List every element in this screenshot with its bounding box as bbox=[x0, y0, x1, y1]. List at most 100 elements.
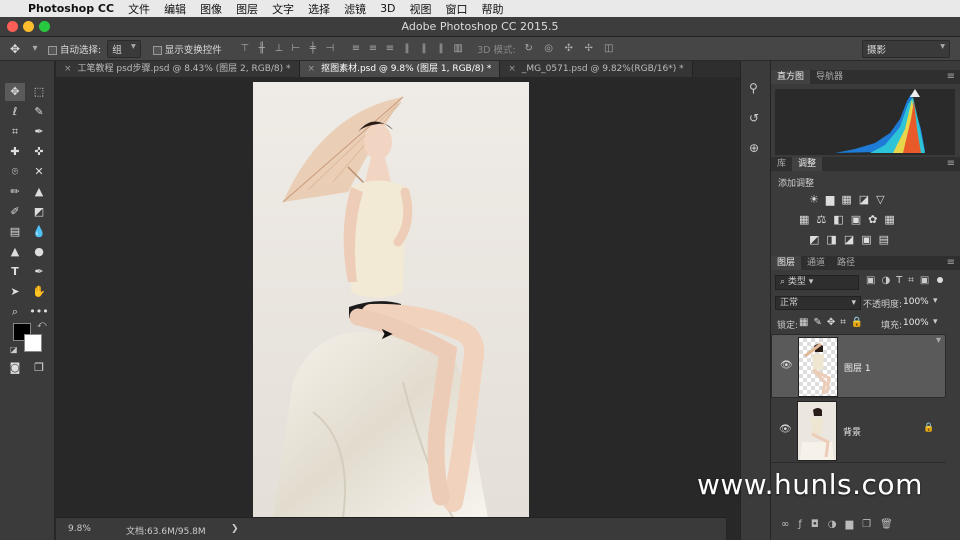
invert-icon[interactable]: ◩ bbox=[809, 233, 819, 246]
selective-color-icon[interactable]: ▣ bbox=[861, 233, 871, 246]
tab-document-1[interactable]: × 工笔教程 psd步骤.psd @ 8.43% (图层 2, RGB/8) * bbox=[56, 61, 300, 77]
close-icon[interactable]: × bbox=[508, 64, 516, 74]
auto-select-checkbox[interactable]: 自动选择: bbox=[48, 42, 101, 56]
chevron-down-icon[interactable]: ▾ bbox=[933, 296, 938, 306]
menu-file[interactable]: 文件 bbox=[128, 1, 150, 17]
menu-select[interactable]: 选择 bbox=[308, 1, 330, 17]
document-image[interactable] bbox=[253, 82, 529, 518]
content-aware-tool-icon[interactable]: ⌾ bbox=[5, 163, 25, 181]
channel-mixer-icon[interactable]: ✿ bbox=[868, 213, 877, 226]
menu-edit[interactable]: 编辑 bbox=[164, 1, 186, 17]
layers-footer-icons[interactable]: ∞ƒ◘◑▆❐🗑 bbox=[781, 519, 902, 530]
visibility-eye-icon[interactable]: 👁 bbox=[779, 424, 792, 435]
menu-image[interactable]: 图像 bbox=[200, 1, 222, 17]
align-right-icon[interactable]: ⊣ bbox=[323, 43, 337, 54]
menu-3d[interactable]: 3D bbox=[380, 2, 395, 15]
gradient-tool-icon[interactable]: ▤ bbox=[5, 223, 25, 241]
align-hcenter-icon[interactable]: ╪ bbox=[306, 43, 320, 54]
lasso-tool-icon[interactable]: ℓ bbox=[5, 103, 25, 121]
quick-select-tool-icon[interactable]: ✎ bbox=[29, 103, 49, 121]
brush-tool-icon[interactable]: ✏ bbox=[5, 183, 25, 201]
layer-name[interactable]: 背景 bbox=[843, 425, 861, 438]
photo-filter-icon[interactable]: ▣ bbox=[851, 213, 861, 226]
tab-paths[interactable]: 路径 bbox=[831, 256, 861, 270]
healing-tool-icon[interactable]: ✚ bbox=[5, 143, 25, 161]
close-window-button[interactable] bbox=[7, 21, 18, 32]
align-top-icon[interactable]: ⊤ bbox=[238, 43, 252, 54]
crop-tool-icon[interactable]: ⌗ bbox=[5, 123, 25, 141]
opacity-value[interactable]: 100% bbox=[903, 297, 929, 307]
app-menu[interactable]: Photoshop CC bbox=[28, 2, 114, 15]
scale-3d-icon[interactable]: ◫ bbox=[602, 43, 616, 54]
stamp-tool-icon[interactable]: ▲ bbox=[29, 183, 49, 201]
move-tool-icon[interactable]: ✥ bbox=[5, 83, 25, 101]
swap-colors-icon[interactable]: ⤺ bbox=[37, 320, 47, 330]
curves-icon[interactable]: ▦ bbox=[841, 193, 851, 206]
layer-row[interactable]: 👁 图层 1 bbox=[771, 334, 946, 398]
panel-menu-icon[interactable]: ≡ bbox=[947, 256, 955, 270]
layer-filter-icons[interactable]: ▣◑T⌗▣ bbox=[866, 275, 935, 286]
hand-tool-icon[interactable]: ✋ bbox=[29, 283, 49, 301]
menu-layer[interactable]: 图层 bbox=[236, 1, 258, 17]
eraser-tool-icon[interactable]: ◩ bbox=[29, 203, 49, 221]
distribute-bottom-icon[interactable]: ≡ bbox=[383, 43, 397, 54]
screen-mode-icon[interactable]: ❐ bbox=[29, 359, 49, 377]
chevron-down-icon[interactable]: ▾ bbox=[28, 43, 42, 54]
default-colors-icon[interactable]: ◪ bbox=[10, 345, 18, 354]
menu-help[interactable]: 帮助 bbox=[482, 1, 504, 17]
vibrance-icon[interactable]: ▽ bbox=[876, 193, 884, 206]
threshold-icon[interactable]: ◪ bbox=[844, 233, 854, 246]
fill-value[interactable]: 100% bbox=[903, 318, 929, 328]
black-white-icon[interactable]: ◧ bbox=[833, 213, 843, 226]
brightness-icon[interactable]: ☀ bbox=[809, 193, 819, 206]
close-icon[interactable]: × bbox=[308, 64, 316, 74]
type-tool-icon[interactable]: T bbox=[5, 263, 25, 281]
rotate-3d-icon[interactable]: ↻ bbox=[522, 43, 536, 54]
blend-mode-dropdown[interactable]: 正常 ▾ bbox=[775, 296, 861, 310]
distribute-right-icon[interactable]: ‖ bbox=[434, 43, 448, 54]
tab-library[interactable]: 库 bbox=[771, 157, 792, 171]
align-vcenter-icon[interactable]: ╫ bbox=[255, 43, 269, 54]
layer-name[interactable]: 图层 1 bbox=[844, 361, 871, 374]
more-tools-icon[interactable]: ••• bbox=[29, 303, 49, 321]
dodge-tool-icon[interactable]: ▲ bbox=[5, 243, 25, 261]
hue-saturation-icon[interactable]: ▦ bbox=[799, 213, 809, 226]
move-tool-preset-icon[interactable]: ✥ bbox=[8, 42, 22, 56]
panel-menu-icon[interactable]: ≡ bbox=[947, 70, 955, 84]
properties-icon[interactable]: ⚲ bbox=[749, 81, 758, 95]
zoom-tool-icon[interactable]: ⌕ bbox=[5, 303, 25, 321]
tab-document-3[interactable]: × _MG_0571.psd @ 9.82%(RGB/16*) * bbox=[500, 61, 693, 77]
history-brush-tool-icon[interactable]: ✐ bbox=[5, 203, 25, 221]
sponge-tool-icon[interactable]: ● bbox=[29, 243, 49, 261]
path-select-tool-icon[interactable]: ➤ bbox=[5, 283, 25, 301]
distribute-hcenter-icon[interactable]: ‖ bbox=[417, 43, 431, 54]
blur-tool-icon[interactable]: 💧 bbox=[29, 223, 49, 241]
align-left-icon[interactable]: ⊢ bbox=[289, 43, 303, 54]
color-balance-icon[interactable]: ⚖ bbox=[816, 213, 826, 226]
visibility-eye-icon[interactable]: 👁 bbox=[780, 360, 793, 371]
panel-menu-icon[interactable]: ≡ bbox=[947, 157, 955, 171]
align-bottom-icon[interactable]: ⊥ bbox=[272, 43, 286, 54]
pan-3d-icon[interactable]: ✣ bbox=[562, 43, 576, 54]
lock-options-icons[interactable]: ▦✎✥⌗🔒 bbox=[799, 317, 868, 328]
distribute-top-icon[interactable]: ≡ bbox=[349, 43, 363, 54]
distribute-vcenter-icon[interactable]: ≡ bbox=[366, 43, 380, 54]
red-eye-tool-icon[interactable]: ✕ bbox=[29, 163, 49, 181]
color-lookup-icon[interactable]: ▦ bbox=[884, 213, 894, 226]
menu-type[interactable]: 文字 bbox=[272, 1, 294, 17]
status-menu-arrow[interactable]: ❯ bbox=[231, 524, 239, 534]
minimize-window-button[interactable] bbox=[23, 21, 34, 32]
quick-mask-icon[interactable]: ◙ bbox=[5, 359, 25, 377]
filter-toggle-icon[interactable] bbox=[937, 277, 943, 283]
gradient-map-icon[interactable]: ▤ bbox=[879, 233, 889, 246]
slide-3d-icon[interactable]: ✢ bbox=[582, 43, 596, 54]
menu-filter[interactable]: 滤镜 bbox=[344, 1, 366, 17]
layer-kind-filter[interactable]: ⌕ 类型 ▾ bbox=[775, 275, 859, 290]
workspace-dropdown[interactable]: 摄影 bbox=[862, 40, 950, 58]
auto-align-icon[interactable]: ▥ bbox=[451, 43, 465, 54]
zoom-window-button[interactable] bbox=[39, 21, 50, 32]
menu-view[interactable]: 视图 bbox=[410, 1, 432, 17]
chevron-down-icon[interactable]: ▾ bbox=[933, 317, 938, 327]
history-icon[interactable]: ↺ bbox=[749, 111, 759, 125]
tab-document-2[interactable]: × 抠图素材.psd @ 9.8% (图层 1, RGB/8) * bbox=[299, 61, 501, 77]
